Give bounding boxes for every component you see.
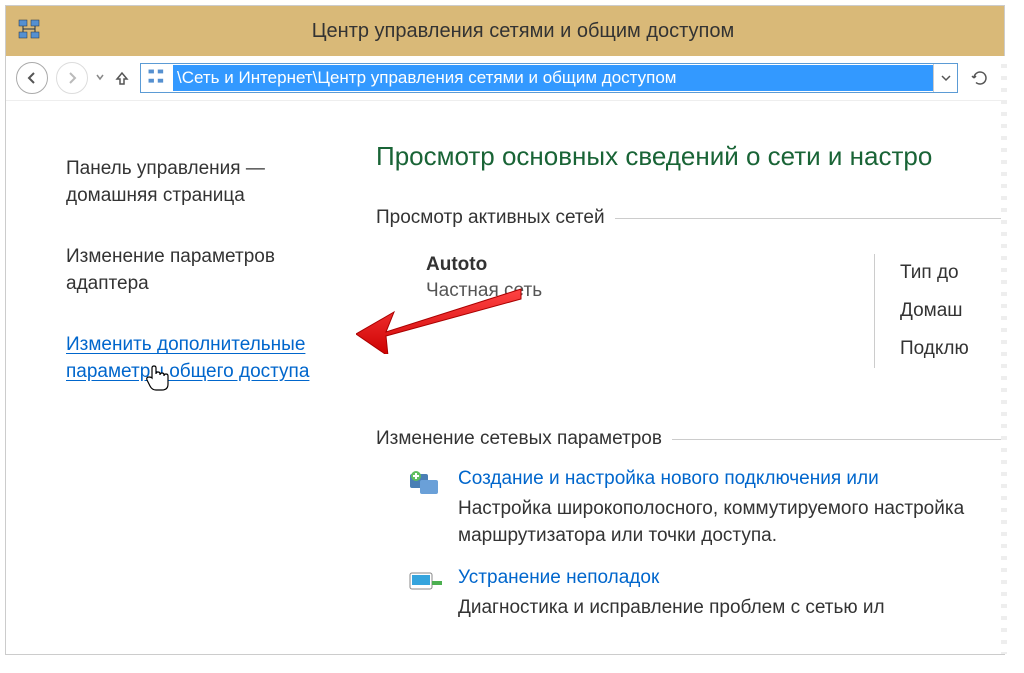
troubleshoot-icon <box>406 567 444 599</box>
forward-button[interactable] <box>56 62 88 94</box>
divider <box>672 439 1004 440</box>
titlebar: Центр управления сетями и общим доступом <box>6 6 1004 56</box>
network-info: Autoto Частная сеть Тип до Домаш Подклю <box>376 254 1004 368</box>
control-panel-home-link[interactable]: Панель управления — домашняя страница <box>66 156 331 209</box>
torn-edge <box>1001 56 1007 654</box>
address-text: \Сеть и Интернет\Центр управления сетями… <box>173 65 933 91</box>
main-panel: Просмотр основных сведений о сети и наст… <box>351 101 1004 654</box>
back-button[interactable] <box>16 62 48 94</box>
address-bar[interactable]: \Сеть и Интернет\Центр управления сетями… <box>140 63 958 93</box>
refresh-button[interactable] <box>966 64 994 92</box>
divider <box>615 218 1004 219</box>
new-connection-link[interactable]: Создание и настройка нового подключения … <box>458 468 879 489</box>
change-settings-title: Изменение сетевых параметров <box>376 428 662 450</box>
homegroup-label: Домаш <box>900 292 1004 330</box>
up-button[interactable] <box>112 62 132 94</box>
sidebar: Панель управления — домашняя страница Из… <box>6 101 351 654</box>
troubleshoot-link[interactable]: Устранение неполадок <box>458 567 659 588</box>
nav-toolbar: \Сеть и Интернет\Центр управления сетями… <box>6 56 1004 101</box>
new-connection-desc: Настройка широкополосного, коммутируемог… <box>458 496 1004 549</box>
advanced-sharing-link[interactable]: Изменить дополнительные параметры общего… <box>66 332 331 385</box>
active-networks-title: Просмотр активных сетей <box>376 207 605 229</box>
change-settings-header: Изменение сетевых параметров <box>376 428 1004 450</box>
network-name: Autoto <box>426 254 874 276</box>
troubleshoot-desc: Диагностика и исправление проблем с сеть… <box>458 595 885 622</box>
control-panel-window: Центр управления сетями и общим доступом <box>5 5 1005 655</box>
page-heading: Просмотр основных сведений о сети и наст… <box>376 141 1004 172</box>
content-area: Панель управления — домашняя страница Из… <box>6 101 1004 654</box>
network-type: Частная сеть <box>426 280 874 302</box>
troubleshoot-item[interactable]: Устранение неполадок Диагностика и испра… <box>406 567 1004 622</box>
active-networks-header: Просмотр активных сетей <box>376 207 1004 229</box>
change-adapter-link[interactable]: Изменение параметров адаптера <box>66 244 331 297</box>
address-dropdown-icon[interactable] <box>933 64 957 92</box>
history-dropdown-icon[interactable] <box>96 73 104 84</box>
access-type-label: Тип до <box>900 254 1004 292</box>
new-connection-icon <box>406 468 444 500</box>
advanced-sharing-label: Изменить дополнительные параметры общего… <box>66 334 309 382</box>
network-center-icon <box>16 17 44 45</box>
connections-label: Подклю <box>900 330 1004 368</box>
new-connection-item[interactable]: Создание и настройка нового подключения … <box>406 468 1004 549</box>
window-title: Центр управления сетями и общим доступом <box>52 20 994 43</box>
address-icon <box>145 66 169 90</box>
